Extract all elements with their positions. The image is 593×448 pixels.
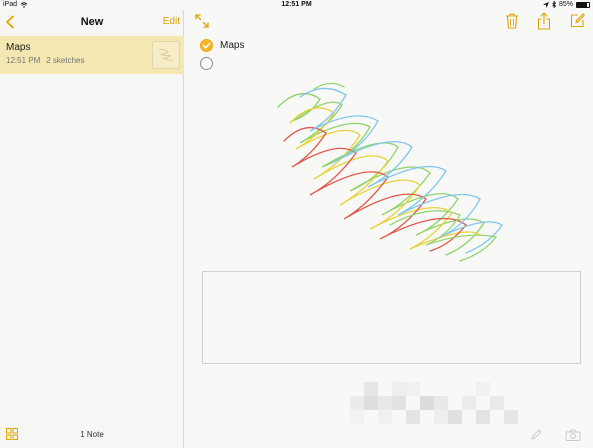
battery-percent: 85% [558, 1, 573, 8]
pixelated-overlay [350, 382, 530, 440]
notes-sidebar: New Edit Maps 12:51 PM 2 sketches 1 Note [0, 10, 184, 448]
camera-icon[interactable] [565, 429, 581, 441]
checkmark-circle-icon[interactable] [200, 39, 213, 52]
note-count: 1 Note [80, 430, 104, 439]
compose-icon[interactable] [570, 13, 585, 28]
sidebar-title: New [80, 16, 104, 28]
share-icon[interactable] [537, 12, 551, 30]
note-time: 12:51 PM [6, 56, 41, 65]
note-meta: 12:51 PM 2 sketches [6, 56, 85, 65]
note-detail: 2 sketches [46, 56, 85, 65]
sketch-stroke-blue [299, 87, 503, 254]
status-time: 12:51 PM [281, 1, 312, 8]
checklist-item-label: Maps [220, 40, 245, 51]
sketch-stroke-red [283, 126, 467, 252]
sketch-stroke-green-2 [313, 82, 498, 262]
location-arrow-icon [542, 1, 549, 8]
note-list-item[interactable]: Maps 12:51 PM 2 sketches [0, 36, 184, 74]
checklist-item[interactable] [200, 56, 340, 74]
status-right: 85% [542, 1, 590, 8]
sketch-pen-icon[interactable] [530, 429, 542, 441]
checklist-item[interactable]: Maps [200, 38, 340, 56]
note-editor: Maps [185, 10, 593, 448]
bluetooth-icon [552, 1, 556, 8]
sidebar-toolbar: 1 Note [0, 420, 184, 448]
trash-icon[interactable] [505, 13, 519, 29]
battery-fill [577, 2, 588, 7]
note-thumbnail [152, 41, 180, 69]
checklist: Maps [200, 38, 340, 74]
battery-icon [576, 1, 590, 8]
edit-button[interactable]: Edit [163, 16, 180, 27]
sketch-drawing [277, 82, 503, 262]
empty-circle-icon[interactable] [200, 57, 213, 70]
expand-icon[interactable] [195, 14, 209, 28]
status-bar: iPad 12:51 PM 85% [0, 0, 593, 10]
sidebar-nav-bar: New Edit [0, 10, 184, 36]
note-title: Maps [6, 42, 31, 53]
drawing-canvas[interactable] [202, 271, 581, 364]
